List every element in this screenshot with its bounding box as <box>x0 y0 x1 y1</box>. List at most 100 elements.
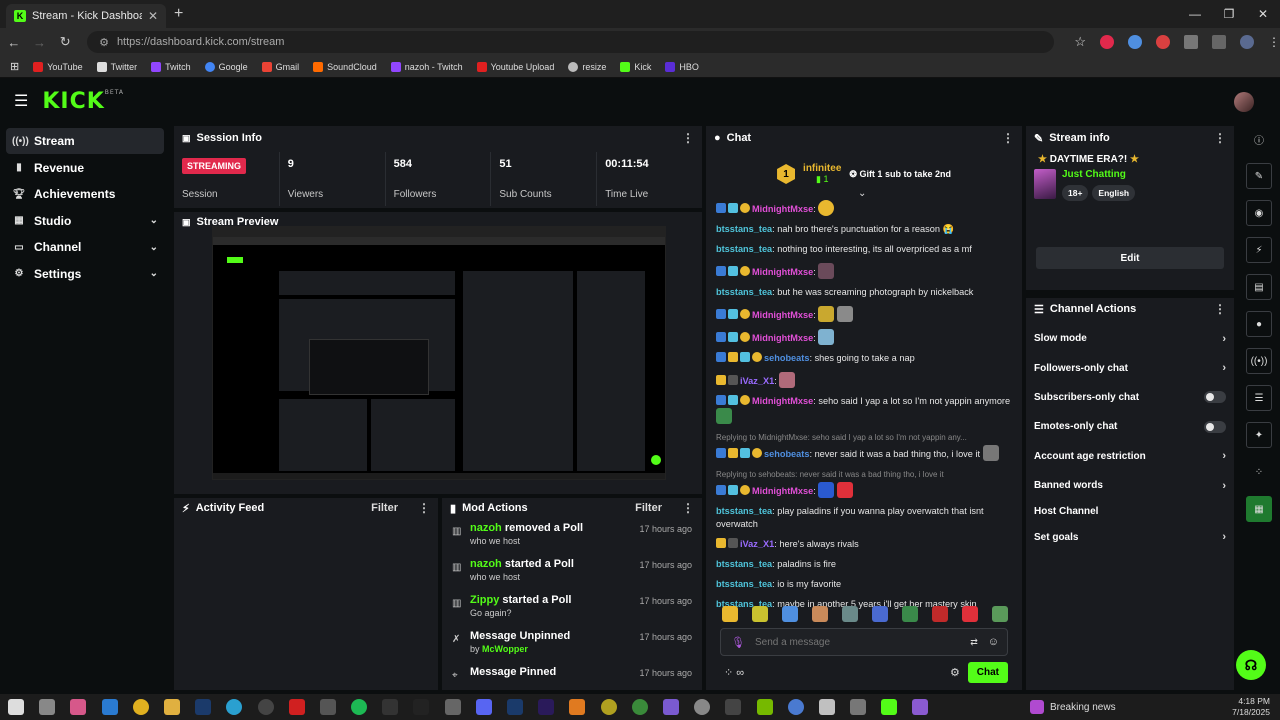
hamburger-menu-icon[interactable]: ☰ <box>14 91 28 111</box>
action-account-age[interactable]: Account age restriction › <box>1026 442 1234 471</box>
apps-grid-icon[interactable]: ⊞ <box>10 60 19 73</box>
chat-input-box[interactable]: 🎙︎ ⇄ ☺ <box>720 628 1008 656</box>
app-icon[interactable] <box>444 699 461 715</box>
photoshop-icon[interactable] <box>507 699 523 715</box>
wrench-icon[interactable]: ✦ <box>1246 422 1272 448</box>
emote-button[interactable] <box>992 606 1008 622</box>
app-icon[interactable] <box>600 699 617 715</box>
edge-icon[interactable] <box>226 699 243 715</box>
server-icon[interactable]: ☰ <box>1246 385 1272 411</box>
bookmark-hbo[interactable]: HBO <box>665 61 699 72</box>
chat-bubble-icon[interactable]: ● <box>1246 311 1272 337</box>
extension-translate-icon[interactable] <box>1128 35 1143 49</box>
sidebar-item-revenue[interactable]: ▮ Revenue <box>6 155 164 181</box>
user-avatar[interactable] <box>1234 92 1254 112</box>
clapper-icon[interactable]: ▦ <box>1246 496 1272 522</box>
minimize-icon[interactable]: — <box>1178 0 1212 28</box>
close-window-icon[interactable]: ✕ <box>1246 0 1280 28</box>
bookmark-gmail[interactable]: Gmail <box>261 61 299 72</box>
bookmark-soundcloud[interactable]: SoundCloud <box>313 61 377 72</box>
new-tab-icon[interactable]: + <box>174 5 183 23</box>
folder-icon[interactable] <box>163 699 180 715</box>
emoji-icon[interactable]: ☺ <box>988 636 999 648</box>
emote-button[interactable] <box>782 606 798 622</box>
stream-preview-video[interactable] <box>212 226 666 480</box>
app-icon[interactable] <box>850 699 867 715</box>
more-options-icon[interactable]: ⋮ <box>418 501 430 515</box>
more-options-icon[interactable]: ⋮ <box>1214 302 1226 316</box>
site-info-icon[interactable]: ⚙ <box>99 36 109 49</box>
netflix-icon[interactable] <box>288 699 305 715</box>
app-icon[interactable] <box>694 699 711 715</box>
star-icon[interactable]: ☆ <box>1074 34 1086 50</box>
discord-icon[interactable] <box>475 699 492 715</box>
bolt-icon[interactable]: ⚡︎ <box>1246 237 1272 263</box>
translate-icon[interactable]: ⇄ <box>970 637 978 648</box>
extensions-puzzle-icon[interactable] <box>1184 35 1199 49</box>
extension-red-icon[interactable] <box>1100 35 1115 49</box>
emote-button[interactable] <box>812 606 828 622</box>
category-thumbnail[interactable] <box>1034 169 1056 199</box>
extension-tp-icon[interactable] <box>1156 35 1171 49</box>
app-icon[interactable] <box>912 699 929 715</box>
premiere-icon[interactable] <box>538 699 555 715</box>
collapse-pinned-icon[interactable]: ⌄ <box>858 188 866 199</box>
camera-icon[interactable]: ◉ <box>1246 200 1272 226</box>
profile-avatar-icon[interactable] <box>1240 35 1255 49</box>
close-tab-icon[interactable]: ✕ <box>148 9 158 23</box>
obs-icon[interactable] <box>257 699 274 715</box>
help-chat-icon[interactable]: ☊ <box>1236 650 1266 680</box>
app-icon[interactable] <box>569 699 586 715</box>
task-view-icon[interactable] <box>39 699 56 715</box>
sidebar-item-channel[interactable]: ▭ Channel ⌄ <box>6 234 164 260</box>
nvidia-icon[interactable] <box>756 699 773 715</box>
chrome-icon[interactable] <box>132 699 149 715</box>
maximize-icon[interactable]: ❐ <box>1212 0 1246 28</box>
chat-settings-gear-icon[interactable]: ⚙ <box>950 666 960 679</box>
bookmark-resize[interactable]: resize <box>568 61 606 72</box>
activity-filter-button[interactable]: Filter <box>371 502 398 514</box>
app-icon[interactable] <box>818 699 835 715</box>
emote-button[interactable] <box>752 606 768 622</box>
sidebar-item-studio[interactable]: ▦ Studio ⌄ <box>6 208 164 234</box>
back-icon[interactable]: ← <box>2 35 26 50</box>
epic-icon[interactable] <box>413 699 430 715</box>
category-name[interactable]: Just Chatting <box>1062 169 1135 180</box>
bookmark-twitch[interactable]: Twitch <box>151 61 191 72</box>
windows-start-icon[interactable] <box>8 699 24 715</box>
action-set-goals[interactable]: Set goals › <box>1026 522 1234 551</box>
more-options-icon[interactable]: ⋮ <box>682 501 694 515</box>
clock[interactable]: 4:18 PM 7/18/2025 <box>1232 696 1270 718</box>
app-icon[interactable] <box>382 699 399 715</box>
spotify-icon[interactable] <box>351 699 368 715</box>
menu-kebab-icon[interactable]: ⋮ <box>1268 35 1280 49</box>
microphone-icon[interactable]: 🎙︎ <box>731 636 745 649</box>
action-slow-mode[interactable]: Slow mode › <box>1026 324 1234 353</box>
sidebar-item-achievements[interactable]: 🏆︎ Achievements <box>6 181 164 207</box>
action-followers-only[interactable]: Followers-only chat › <box>1026 353 1234 382</box>
app-icon[interactable] <box>319 699 336 715</box>
bookmark-twitter[interactable]: Twitter <box>96 61 137 72</box>
sidebar-item-stream[interactable]: ((•)) Stream <box>6 128 164 154</box>
emote-button[interactable] <box>872 606 888 622</box>
forward-icon[interactable]: → <box>28 35 52 50</box>
news-widget[interactable]: Breaking news <box>1030 694 1116 720</box>
more-options-icon[interactable]: ⋮ <box>682 131 694 145</box>
app-icon[interactable] <box>787 699 804 715</box>
bookmark-nazoh-twitch[interactable]: nazoh - Twitch <box>390 61 463 72</box>
bookmark-kick[interactable]: Kick <box>620 61 651 72</box>
copilot-icon[interactable] <box>70 699 87 715</box>
edit-stream-info-button[interactable]: Edit <box>1036 247 1224 269</box>
chat-message-input[interactable] <box>754 636 961 648</box>
share-icon[interactable]: ⁘ <box>1246 459 1272 485</box>
info-icon[interactable]: ⓘ <box>1246 126 1272 152</box>
more-options-icon[interactable]: ⋮ <box>1214 131 1226 145</box>
sidepanel-icon[interactable] <box>1212 35 1227 49</box>
send-chat-button[interactable]: Chat <box>967 662 1008 683</box>
bookmark-google[interactable]: Google <box>204 61 248 72</box>
emote-button[interactable] <box>902 606 918 622</box>
browser-tab[interactable]: K Stream - Kick Dashboard ✕ <box>6 4 166 28</box>
more-options-icon[interactable]: ⋮ <box>1002 131 1014 145</box>
steam-icon[interactable] <box>195 699 212 715</box>
emotes-only-toggle[interactable] <box>1204 420 1226 433</box>
